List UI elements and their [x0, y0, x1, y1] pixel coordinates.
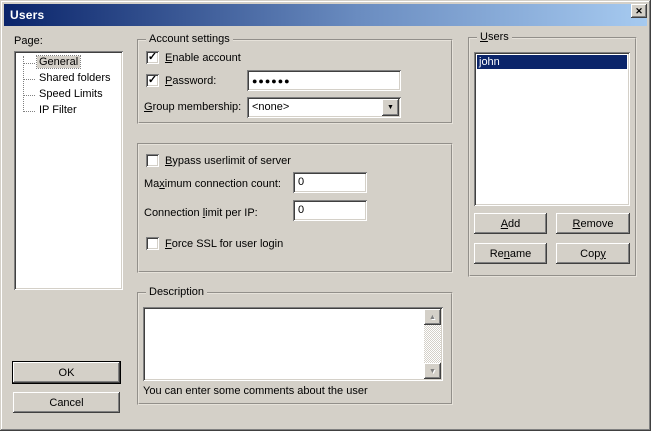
tree-item-label: Shared folders: [37, 72, 113, 84]
arrow-up-icon: ▲: [429, 314, 436, 321]
bypass-userlimit-row: Bypass userlimit of server: [146, 154, 291, 167]
users-listbox[interactable]: john: [474, 52, 630, 206]
password-label[interactable]: Password:: [165, 75, 216, 87]
users-group-title: Users: [477, 31, 512, 43]
force-ssl-checkbox[interactable]: [146, 237, 159, 250]
tree-item-shared-folders[interactable]: Shared folders: [14, 71, 123, 87]
password-checkbox[interactable]: ✓: [146, 74, 159, 87]
group-membership-value: <none>: [252, 101, 289, 113]
enable-account-label[interactable]: Enable account: [165, 52, 241, 64]
connection-limit-per-ip-label: Connection limit per IP:: [144, 207, 258, 219]
title-bar[interactable]: Users: [4, 4, 647, 26]
page-label: Page:: [14, 35, 43, 47]
users-group: Users john Add Remove Rename Copy: [468, 37, 637, 277]
ok-button-label: OK: [59, 367, 75, 379]
password-input[interactable]: ●●●●●●: [247, 70, 401, 91]
tree-item-label: IP Filter: [37, 104, 79, 116]
checkmark-icon: ✓: [148, 75, 157, 86]
arrow-down-icon: ▼: [429, 368, 436, 375]
bypass-userlimit-label[interactable]: Bypass userlimit of server: [165, 155, 291, 167]
close-icon: ✕: [635, 7, 643, 16]
description-hint: You can enter some comments about the us…: [143, 385, 368, 397]
max-connection-count-input[interactable]: 0: [293, 172, 367, 193]
enable-account-checkbox[interactable]: ✓: [146, 51, 159, 64]
copy-button-label: Copy: [580, 248, 606, 260]
users-dialog: Users ✕ Page: General Shared folders Spe…: [0, 0, 651, 431]
page-tree[interactable]: General Shared folders Speed Limits IP F…: [14, 51, 123, 290]
account-settings-group: Account settings ✓ Enable account ✓ Pass…: [137, 39, 453, 124]
cancel-button[interactable]: Cancel: [13, 392, 120, 413]
cancel-button-label: Cancel: [49, 397, 83, 409]
group-membership-select[interactable]: <none> ▼: [247, 97, 401, 118]
tree-item-label: General: [37, 56, 80, 68]
chevron-down-icon: ▼: [387, 104, 394, 111]
account-settings-group-title: Account settings: [146, 33, 233, 45]
add-button[interactable]: Add: [474, 213, 547, 234]
connection-limit-per-ip-input[interactable]: 0: [293, 200, 367, 221]
force-ssl-label[interactable]: Force SSL for user login: [165, 238, 283, 250]
description-scrollbar[interactable]: ▲ ▼: [424, 309, 441, 379]
tree-item-general[interactable]: General: [14, 55, 123, 71]
ok-button[interactable]: OK: [13, 362, 120, 383]
enable-account-row: ✓ Enable account: [146, 51, 241, 64]
close-button[interactable]: ✕: [631, 4, 647, 18]
max-connection-count-label: Maximum connection count:: [144, 178, 281, 190]
copy-button[interactable]: Copy: [556, 243, 630, 264]
description-textarea[interactable]: ▲ ▼: [143, 307, 443, 381]
checkmark-icon: ✓: [148, 52, 157, 63]
remove-button-label: Remove: [573, 218, 614, 230]
add-button-label: Add: [501, 218, 521, 230]
bypass-userlimit-checkbox[interactable]: [146, 154, 159, 167]
window-title: Users: [10, 8, 44, 22]
description-group-title: Description: [146, 286, 207, 298]
rename-button-label: Rename: [490, 248, 532, 260]
list-item-john[interactable]: john: [477, 55, 627, 69]
force-ssl-row: Force SSL for user login: [146, 237, 283, 250]
tree-item-label: Speed Limits: [37, 88, 105, 100]
combo-dropdown-button[interactable]: ▼: [382, 99, 399, 116]
tree-item-speed-limits[interactable]: Speed Limits: [14, 87, 123, 103]
group-membership-label: Group membership:: [144, 101, 241, 113]
description-group: Description ▲ ▼ You can enter some comme…: [137, 292, 453, 405]
tree-item-ip-filter[interactable]: IP Filter: [14, 103, 123, 119]
scrollbar-down-button[interactable]: ▼: [424, 363, 441, 379]
password-row: ✓ Password:: [146, 74, 216, 87]
scrollbar-up-button[interactable]: ▲: [424, 309, 441, 325]
connection-limits-group: Bypass userlimit of server Maximum conne…: [137, 143, 453, 273]
rename-button[interactable]: Rename: [474, 243, 547, 264]
remove-button[interactable]: Remove: [556, 213, 630, 234]
